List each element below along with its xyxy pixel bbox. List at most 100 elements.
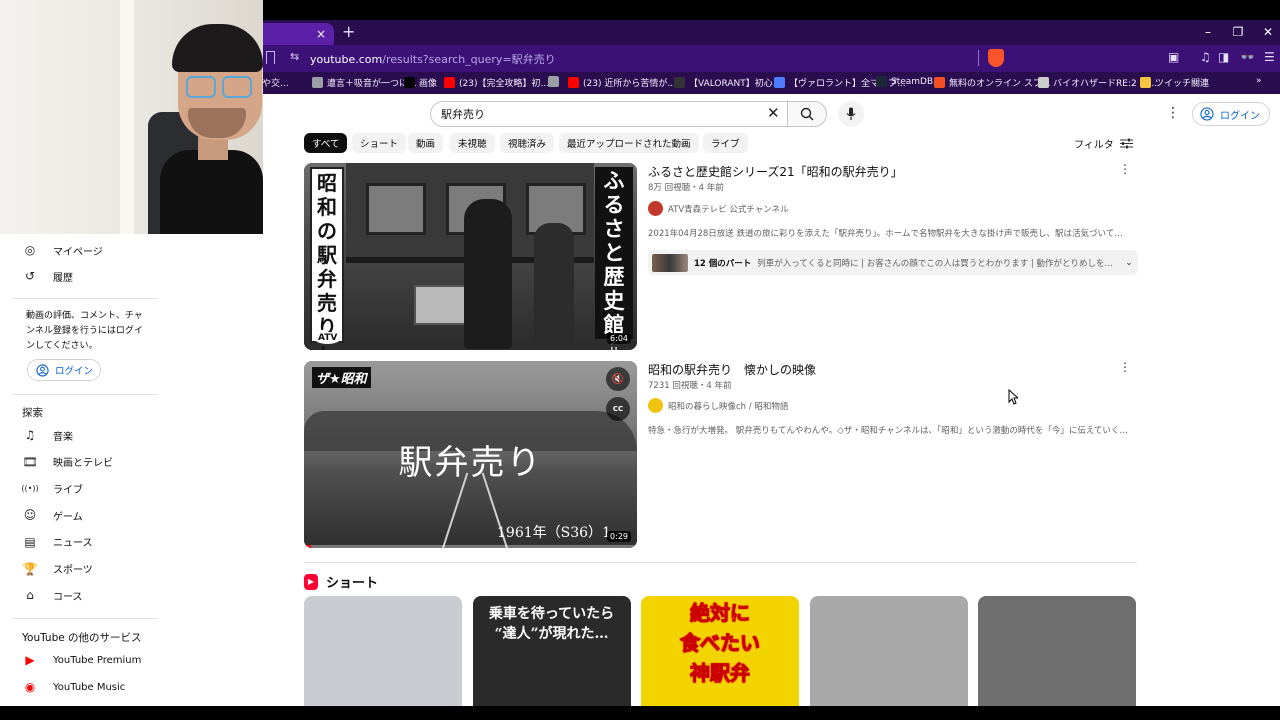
- video-thumbnail[interactable]: 「昭和の駅弁売り」 ふるさと歴史館 シリーズ ATV 6:04: [304, 163, 637, 350]
- new-tab-icon[interactable]: +: [342, 22, 355, 42]
- site-settings-icon[interactable]: ⇆: [290, 50, 299, 63]
- sidebar-item-label: 映画とテレビ: [53, 458, 113, 470]
- short-caption: 絶対に 食べたい 神駅弁: [680, 601, 761, 686]
- bookmark-favicon-icon: [444, 77, 455, 88]
- url-domain: youtube.com: [310, 53, 383, 66]
- login-button[interactable]: ログイン: [1192, 102, 1270, 126]
- sidebar-item-explore[interactable]: ♫ 音楽: [22, 424, 73, 446]
- short-thumbnail[interactable]: 乗車を待っていたら “達人”が現れた…: [472, 596, 631, 706]
- short-thumbnail[interactable]: [304, 596, 462, 706]
- channel-link[interactable]: ATV青森テレビ 公式チャンネル: [648, 201, 789, 216]
- live-icon: ((•)): [21, 483, 39, 493]
- filter-chip[interactable]: 未視聴: [450, 133, 495, 153]
- channel-avatar[interactable]: [648, 201, 663, 216]
- youtube-results-page: 駅弁売り ✕ ⋮ ログイン すべて ショート 動画 未視聴 視聴済み 最近アップロードされ…: [262, 94, 1280, 706]
- chapters-row[interactable]: 12 個のパート 列車が入ってくると同時に | お客さんの顔でこの人は買うとわか…: [648, 250, 1138, 275]
- minimize-icon[interactable]: –: [1198, 24, 1218, 40]
- playback-progress[interactable]: [304, 545, 637, 548]
- webcam-overlay: [0, 0, 263, 234]
- video-duration: 0:29: [607, 531, 631, 542]
- sidebar-item-explore[interactable]: ((•)) ライブ: [21, 477, 83, 499]
- voice-search-button[interactable]: [838, 101, 864, 127]
- glasses-icon[interactable]: 👓: [1240, 50, 1255, 64]
- short-thumbnail[interactable]: 絶対に 食べたい 神駅弁: [641, 596, 799, 706]
- sidebar-item-explore[interactable]: ▤ ニュース: [22, 531, 92, 553]
- sidebar-item-history[interactable]: ↺ 履歴: [22, 265, 73, 287]
- gaming-icon: ☺: [23, 508, 37, 523]
- filter-chip[interactable]: 最近アップロードされた動画: [559, 133, 699, 153]
- more-actions-icon[interactable]: ⋮: [1119, 360, 1131, 374]
- bookmark-favicon-icon: [1140, 77, 1151, 88]
- search-button[interactable]: [787, 101, 827, 127]
- sidebar-item-label: 音楽: [53, 431, 73, 443]
- more-options-icon[interactable]: ⋮: [1166, 104, 1180, 122]
- clear-search-icon[interactable]: ✕: [767, 105, 780, 121]
- sidebar-item-explore[interactable]: ☺ ゲーム: [22, 504, 83, 526]
- video-thumbnail[interactable]: ザ★昭和 駅弁売り 1961年（S36）1 🔇 CC 0:29: [304, 361, 637, 548]
- mouse-cursor-icon: [1008, 389, 1018, 405]
- sidebar-item-explore[interactable]: 🏆 スポーツ: [22, 558, 93, 580]
- channel-link[interactable]: 昭和の暮らし映像ch / 昭和物語: [648, 398, 788, 413]
- extension-icon[interactable]: ▣: [1168, 50, 1179, 64]
- browser-tab-active[interactable]: ×: [262, 23, 334, 45]
- short-thumbnail[interactable]: [809, 596, 968, 706]
- sidebar-item-explore[interactable]: 🎞 映画とテレビ: [22, 451, 113, 473]
- close-window-icon[interactable]: ✕: [1258, 24, 1278, 40]
- filter-chip[interactable]: 視聴済み: [500, 133, 555, 153]
- sidebar-item-label: マイページ: [53, 246, 103, 258]
- account-icon: ◎: [24, 243, 36, 257]
- chapter-count: 12 個のパート: [694, 258, 752, 269]
- bookmark-item[interactable]: 画像: [404, 76, 437, 89]
- bookmark-item[interactable]: 無料のオンライン スプ...: [934, 76, 1050, 89]
- sidebar-toggle-icon[interactable]: ◨: [1218, 50, 1229, 64]
- bookmark-item[interactable]: (23)【完全攻略】初...: [444, 76, 549, 89]
- bookmark-item[interactable]: (23) 近所から苦情が...: [568, 76, 676, 89]
- bookmark-favicon-icon: [934, 77, 945, 88]
- media-icon[interactable]: ♫: [1200, 50, 1211, 64]
- filter-chip[interactable]: 動画: [408, 133, 444, 153]
- captions-icon[interactable]: CC: [606, 397, 630, 421]
- sidebar-item-service[interactable]: ◉ YouTube Music: [22, 676, 126, 698]
- mute-icon[interactable]: 🔇: [606, 367, 630, 391]
- guide-sidebar: ◎ マイページ ↺ 履歴 動画の評価、コメント、チャンネル登録を行うにはログイン…: [0, 234, 262, 706]
- more-services-header: YouTube の他のサービス: [22, 632, 142, 644]
- short-thumbnail[interactable]: [978, 596, 1136, 706]
- bookmark-item[interactable]: 遭言＋吸音が一つに...: [312, 76, 417, 89]
- sidebar-item-label: ゲーム: [53, 511, 83, 523]
- bookmark-item[interactable]: ツイッチ關連: [1140, 76, 1209, 89]
- filter-chip[interactable]: ショート: [352, 133, 407, 153]
- sidebar-item-label: コース: [53, 591, 83, 603]
- sidebar-item-explore[interactable]: ⌂ コース: [22, 584, 83, 606]
- video-title[interactable]: 昭和の駅弁売り 懐かしの映像: [648, 361, 816, 378]
- bookmark-icon[interactable]: [266, 51, 275, 64]
- vendor-figure: [534, 223, 574, 349]
- search-input[interactable]: 駅弁売り: [430, 101, 788, 127]
- browser-menu-icon[interactable]: ☰: [1264, 50, 1275, 64]
- channel-name: 昭和の暮らし映像ch / 昭和物語: [668, 401, 789, 412]
- bookmark-item[interactable]: や交...: [262, 76, 289, 89]
- vendor-figure: [464, 199, 512, 349]
- bookmarks-overflow-icon[interactable]: »: [1256, 76, 1262, 86]
- tune-icon: [1119, 138, 1133, 149]
- sidebar-item-my-page[interactable]: ◎ マイページ: [22, 239, 103, 261]
- channel-avatar[interactable]: [648, 398, 663, 413]
- tab-close-icon[interactable]: ×: [316, 26, 326, 42]
- filter-chip[interactable]: ライブ: [703, 133, 748, 153]
- bookmark-label: ツイッチ關連: [1155, 79, 1210, 89]
- sidebar-item-service[interactable]: ▶ YouTube Premium: [22, 649, 141, 671]
- thumbnail-series-text: ふるさと歴史館 シリーズ: [595, 167, 633, 350]
- video-title[interactable]: ふるさと歴史館シリーズ21「昭和の駅弁売り」: [648, 163, 903, 180]
- restore-icon[interactable]: ❐: [1228, 24, 1248, 40]
- brave-shield-icon[interactable]: [988, 49, 1004, 67]
- bookmark-item[interactable]: [548, 76, 563, 87]
- video-metadata: 8万 回視聴・4 年前: [648, 183, 724, 193]
- more-actions-icon[interactable]: ⋮: [1119, 162, 1131, 176]
- url-field[interactable]: youtube.com/results?search_query=駅弁売り: [310, 51, 556, 67]
- sidebar-login-button[interactable]: ログイン: [27, 359, 101, 381]
- filter-chip[interactable]: すべて: [304, 133, 348, 153]
- bookmark-item[interactable]: SteamDB: [876, 76, 933, 87]
- bookmark-item[interactable]: 【VALORANT】初心...: [674, 76, 781, 89]
- trophy-icon: 🏆: [22, 561, 38, 576]
- filter-button[interactable]: フィルタ: [1074, 136, 1133, 151]
- chevron-down-icon[interactable]: ⌄: [1125, 258, 1133, 268]
